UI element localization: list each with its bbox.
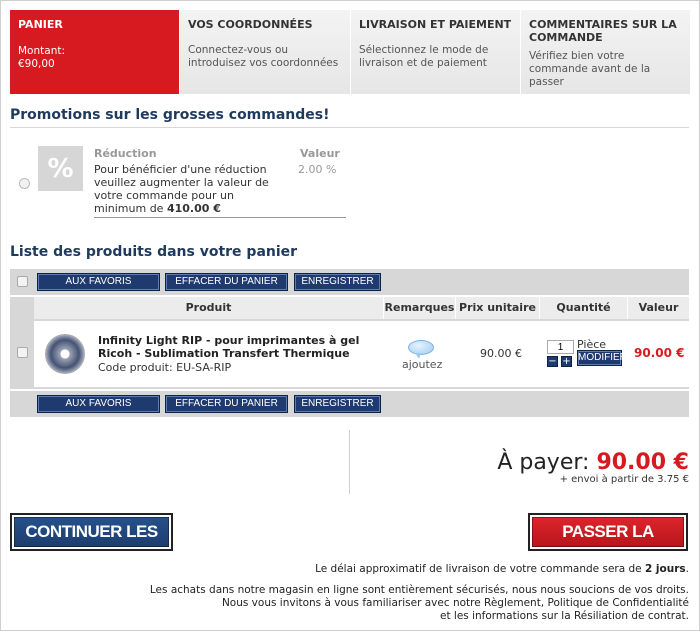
promo-text-line-2: veuillez augmenter la valeur de [94,176,269,189]
promo-text-line-1: Pour bénéficier d'une réduction [94,163,267,176]
total-to-pay: À payer: 90.00 € [497,450,689,475]
promotion-value: 2.00 % [298,163,337,176]
value-column-label: Valeur [300,147,340,160]
product-name-line-2: Ricoh - Sublimation Transfert Thermique [98,347,350,360]
unit-price: 90.00 € [480,347,522,360]
quantity-increase-button[interactable]: + [561,356,572,367]
speech-bubble-icon[interactable] [408,340,434,359]
add-to-favorites-button-bottom[interactable]: AUX FAVORIS [37,395,160,413]
step-delivery-payment[interactable]: LIVRAISON ET PAIEMENT Sélectionnez le mo… [351,10,521,94]
total-amount: 90.00 € [596,450,689,475]
shipping-note: + envoi à partir de 3.75 € [559,474,689,485]
step-cart-amount-label: Montant: [18,45,65,57]
save-cart-button-bottom[interactable]: ENREGISTRER [294,395,381,413]
security-info-line-3: et les informations sur la Résiliation d… [439,610,689,622]
row-value: 90.00 € [634,346,685,360]
product-code: Code produit: EU-SA-RIP [98,361,232,374]
item-checkbox[interactable] [17,347,28,358]
security-info-line-2: Nous vous invitons à vous familiariser a… [221,597,689,609]
step-coordinates-title: VOS COORDONNÉES [188,18,313,31]
promotion-radio[interactable] [19,178,30,189]
step-delivery-title: LIVRAISON ET PAIEMENT [359,18,512,31]
step-comments-desc-2: commande avant de la [529,63,651,75]
security-info: Les achats dans notre magasin en ligne s… [150,584,689,623]
save-cart-button[interactable]: ENREGISTRER [294,273,381,291]
continue-shopping-button[interactable]: CONTINUER LES ACHATS [10,513,173,575]
step-cart-amount: €90,00 [18,58,55,70]
step-cart[interactable]: PANIER Montant: €90,00 [10,10,180,94]
promo-minimum-amount: 410.00 € [166,202,221,215]
modify-quantity-button[interactable]: MODIFIER [577,350,627,366]
column-header-unit-price: Prix unitaire [456,297,540,319]
promotion-underline [94,217,346,218]
promo-text-line-3: votre commande pour un [94,189,234,202]
step-coordinates[interactable]: VOS COORDONNÉES Connectez-vous ou introd… [180,10,351,94]
add-to-favorites-button[interactable]: AUX FAVORIS [37,273,160,291]
step-coordinates-desc-1: Connectez-vous ou [188,44,289,56]
quantity-decrease-button[interactable]: − [547,356,558,367]
delivery-delay-value: 2 jours [644,563,686,575]
cart-heading: Liste des produits dans votre panier [10,244,298,260]
divider [10,127,689,128]
security-info-line-1: Les achats dans notre magasin en ligne s… [149,584,689,596]
remove-from-cart-button-bottom[interactable]: EFFACER DU PANIER [165,395,288,413]
delivery-delay-suffix: . [685,563,689,575]
step-delivery-desc-2: livraison et de paiement [359,57,487,69]
step-comments-title-2: COMMANDE [529,31,603,44]
promo-minimum-prefix: minimum de [94,202,167,215]
step-cart-title: PANIER [18,18,63,31]
column-header-value: Valeur [628,297,689,319]
quantity-input[interactable] [547,340,574,354]
reduction-column-label: Réduction [94,147,157,160]
select-all-checkbox[interactable] [17,276,28,287]
product-name[interactable]: Infinity Light RIP - pour imprimantes à … [98,334,378,360]
step-delivery-desc-1: Sélectionnez le mode de [359,44,489,56]
product-name-line-1: Infinity Light RIP - pour imprimantes à … [98,334,360,347]
percent-icon: % [38,146,83,191]
promotions-heading: Promotions sur les grosses commandes! [10,107,330,123]
column-header-remarks: Remarques [384,297,456,319]
checkout-steps: PANIER Montant: €90,00 VOS COORDONNÉES C… [10,10,690,94]
promo-text-line-4: minimum de 410.00 € [94,202,274,215]
totals-divider [349,430,350,494]
delivery-delay-prefix: Le délai approximatif de livraison de vo… [315,563,645,575]
step-comments[interactable]: COMMENTAIRES SUR LA COMMANDE Vérifiez bi… [521,10,690,94]
remove-from-cart-button[interactable]: EFFACER DU PANIER [165,273,288,291]
promotion-description: Pour bénéficier d'une réduction veuillez… [94,163,274,215]
total-label: À payer: [497,450,590,475]
column-header-quantity: Quantité [540,297,628,319]
add-remark-link[interactable]: ajoutez [402,358,442,371]
step-coordinates-desc-2: introduisez vos coordonnées [188,57,339,69]
step-comments-desc-3: passer [529,76,564,88]
place-order-button[interactable]: PASSER LA COMMANDE [528,513,688,575]
delivery-delay-info: Le délai approximatif de livraison de vo… [315,563,689,576]
product-image[interactable] [45,334,85,374]
step-comments-title-1: COMMENTAIRES SUR LA [529,18,677,31]
step-comments-desc-1: Vérifiez bien votre [529,50,625,62]
column-header-product: Produit [34,297,384,319]
